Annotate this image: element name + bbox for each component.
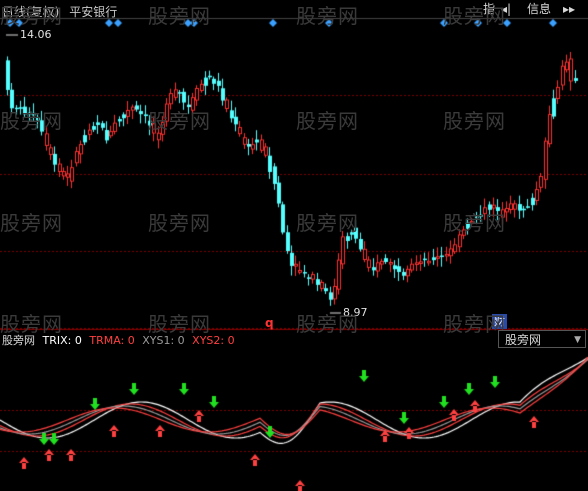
q-marker[interactable]: q bbox=[265, 316, 274, 330]
indicator-select-value: 股旁网 bbox=[505, 333, 542, 347]
info-button[interactable]: 信息 bbox=[524, 1, 554, 18]
indicator-legend: 股旁网 TRIX: 0 TRMA: 0 XYS1: 0 XYS2: 0 bbox=[2, 332, 239, 348]
pin-button[interactable]: 指 bbox=[480, 1, 498, 18]
stock-name: 平安银行 bbox=[69, 5, 118, 19]
info-label: 信息 bbox=[527, 2, 552, 16]
high-price-label: 14.06 bbox=[20, 28, 52, 41]
chevron-down-icon: ▼ bbox=[574, 335, 581, 345]
pin-left-icon[interactable]: ◂| bbox=[498, 1, 514, 18]
pin-indicator-label: 指 bbox=[483, 2, 496, 16]
legend-xys2: XYS2: 0 bbox=[192, 334, 235, 347]
finance-badge[interactable]: 财 bbox=[492, 314, 507, 329]
kline-chart-canvas[interactable] bbox=[0, 0, 588, 491]
indicator-name: 股旁网 bbox=[2, 334, 35, 347]
legend-trix: TRIX: 0 bbox=[42, 334, 82, 347]
period-label: 日线(复权) bbox=[2, 5, 60, 19]
legend-trma: TRMA: 0 bbox=[89, 334, 135, 347]
low-price-label: 8.97 bbox=[343, 306, 368, 319]
indicator-select[interactable]: 股旁网 ▼ bbox=[498, 330, 586, 348]
legend-xys1: XYS1: 0 bbox=[142, 334, 185, 347]
more-icon[interactable]: ▸▸ bbox=[560, 1, 578, 18]
chart-title: 日线(复权) 平安银行 bbox=[2, 3, 123, 20]
